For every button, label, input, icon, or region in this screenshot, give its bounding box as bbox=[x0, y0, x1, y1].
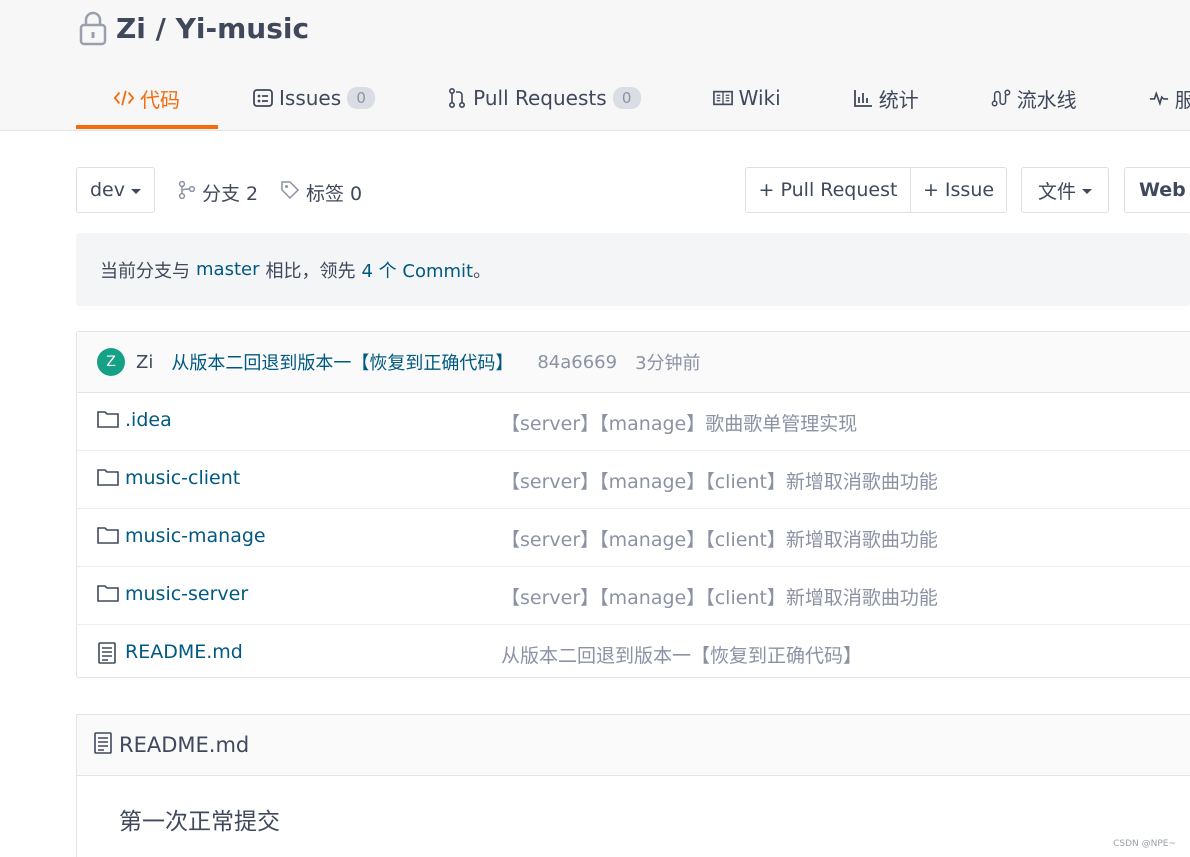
file-row[interactable]: .idea 【server】【manage】歌曲歌单管理实现 bbox=[77, 393, 1190, 451]
file-name-link[interactable]: music-manage bbox=[125, 525, 266, 547]
file-row[interactable]: music-manage 【server】【manage】【client】新增取… bbox=[77, 509, 1190, 567]
folder-icon bbox=[97, 584, 119, 604]
file-row[interactable]: README.md 从版本二回退到版本一【恢复到正确代码】 bbox=[77, 625, 1190, 682]
web-ide-button[interactable]: Web bbox=[1124, 167, 1190, 213]
notice-suffix: 。 bbox=[473, 260, 492, 282]
new-issue-button[interactable]: + Issue bbox=[910, 167, 1007, 213]
file-text-icon bbox=[93, 731, 113, 759]
tags-label: 标签 0 bbox=[306, 183, 363, 205]
new-pull-request-button[interactable]: + Pull Request bbox=[745, 167, 911, 213]
repo-title: Zi / Yi-music bbox=[78, 10, 309, 46]
pull-request-icon bbox=[447, 88, 467, 108]
file-row[interactable]: music-server 【server】【manage】【client】新增取… bbox=[77, 567, 1190, 625]
tab-wiki[interactable]: Wiki bbox=[712, 68, 781, 128]
file-commit-message[interactable]: 从版本二回退到版本一【恢复到正确代码】 bbox=[501, 641, 862, 668]
file-commit-message[interactable]: 【server】【manage】歌曲歌单管理实现 bbox=[501, 409, 857, 436]
tab-services-label: 服务 bbox=[1174, 87, 1190, 112]
branch-icon bbox=[178, 180, 196, 205]
pipeline-icon bbox=[991, 88, 1011, 108]
repo-nav-tabs: 代码 Issues 0 Pull Requests 0 Wiki 统计 流水线 … bbox=[76, 68, 1190, 130]
commit-author[interactable]: Zi bbox=[136, 352, 153, 373]
issues-count-badge: 0 bbox=[347, 87, 376, 109]
repo-name-link[interactable]: Zi / Yi-music bbox=[116, 12, 309, 45]
pull-requests-count-badge: 0 bbox=[612, 87, 641, 109]
file-commit-message[interactable]: 【server】【manage】【client】新增取消歌曲功能 bbox=[501, 583, 938, 610]
file-commit-message[interactable]: 【server】【manage】【client】新增取消歌曲功能 bbox=[501, 525, 938, 552]
notice-prefix: 当前分支与 bbox=[100, 260, 190, 282]
file-text-icon bbox=[97, 642, 119, 664]
file-menu-label: 文件 bbox=[1037, 180, 1076, 203]
lock-icon bbox=[78, 10, 108, 46]
commit-hash-link[interactable]: 84a6669 bbox=[537, 352, 617, 373]
ahead-commits-link[interactable]: 4 个 Commit bbox=[361, 257, 473, 283]
tab-code-label: 代码 bbox=[140, 87, 180, 112]
chevron-down-icon bbox=[1082, 188, 1092, 194]
branches-link[interactable]: 分支 2 bbox=[178, 179, 258, 206]
readme-header: README.md bbox=[77, 715, 1190, 776]
repo-header: Zi / Yi-music 代码 Issues 0 Pull Requests … bbox=[0, 0, 1190, 131]
file-name-link[interactable]: .idea bbox=[125, 409, 172, 431]
tab-pipeline-label: 流水线 bbox=[1016, 87, 1077, 112]
branches-label: 分支 2 bbox=[202, 183, 259, 205]
readme-content: 第一次正常提交 bbox=[119, 809, 280, 835]
tab-wiki-label: Wiki bbox=[738, 86, 781, 110]
latest-commit-bar: Z Zi 从版本二回退到版本一【恢复到正确代码】 84a6669 3分钟前 bbox=[77, 332, 1190, 393]
file-tree: Z Zi 从版本二回退到版本一【恢复到正确代码】 84a6669 3分钟前 .i… bbox=[76, 331, 1190, 678]
tab-stats-label: 统计 bbox=[878, 87, 919, 112]
chevron-down-icon bbox=[131, 188, 141, 194]
tab-stats[interactable]: 统计 bbox=[853, 68, 919, 128]
bar-chart-icon bbox=[853, 88, 873, 108]
file-name-link[interactable]: music-client bbox=[125, 467, 240, 489]
folder-icon bbox=[97, 410, 119, 430]
tag-icon bbox=[280, 180, 300, 205]
tab-pipeline[interactable]: 流水线 bbox=[991, 68, 1077, 128]
tags-link[interactable]: 标签 0 bbox=[280, 179, 362, 206]
notice-middle: 相比，领先 bbox=[265, 260, 356, 282]
tab-pull-requests-label: Pull Requests bbox=[473, 86, 607, 110]
folder-icon bbox=[97, 468, 119, 488]
tab-code[interactable]: 代码 bbox=[76, 68, 218, 129]
branch-select[interactable]: dev bbox=[76, 167, 155, 213]
tab-issues-label: Issues bbox=[279, 86, 342, 110]
tab-services[interactable]: 服务 bbox=[1149, 68, 1190, 128]
branch-compare-notice: 当前分支与 master 相比，领先 4 个 Commit 。 bbox=[76, 233, 1190, 306]
file-name-link[interactable]: music-server bbox=[125, 583, 248, 605]
tab-issues[interactable]: Issues 0 bbox=[253, 68, 376, 128]
commit-time: 3分钟前 bbox=[635, 353, 701, 374]
watermark: CSDN @NPE~ bbox=[1113, 839, 1176, 849]
pulse-icon bbox=[1149, 88, 1169, 108]
book-icon bbox=[712, 88, 733, 108]
file-menu-button[interactable]: 文件 bbox=[1021, 167, 1109, 213]
folder-icon bbox=[97, 526, 119, 546]
issues-icon bbox=[253, 88, 273, 108]
code-icon bbox=[114, 88, 134, 108]
commit-message-link[interactable]: 从版本二回退到版本一【恢复到正确代码】 bbox=[171, 349, 513, 375]
repo-toolbar: dev 分支 2 标签 0 + Pull Request + Issue 文件 … bbox=[76, 167, 1190, 215]
readme-title: README.md bbox=[119, 733, 250, 757]
file-name-link[interactable]: README.md bbox=[125, 641, 243, 663]
file-commit-message[interactable]: 【server】【manage】【client】新增取消歌曲功能 bbox=[501, 467, 938, 494]
compare-branch-link[interactable]: master bbox=[196, 259, 259, 280]
branch-select-value: dev bbox=[90, 179, 125, 201]
tab-pull-requests[interactable]: Pull Requests 0 bbox=[447, 68, 641, 128]
avatar[interactable]: Z bbox=[97, 348, 125, 376]
readme-panel: README.md 第一次正常提交 bbox=[76, 714, 1190, 857]
file-row[interactable]: music-client 【server】【manage】【client】新增取… bbox=[77, 451, 1190, 509]
